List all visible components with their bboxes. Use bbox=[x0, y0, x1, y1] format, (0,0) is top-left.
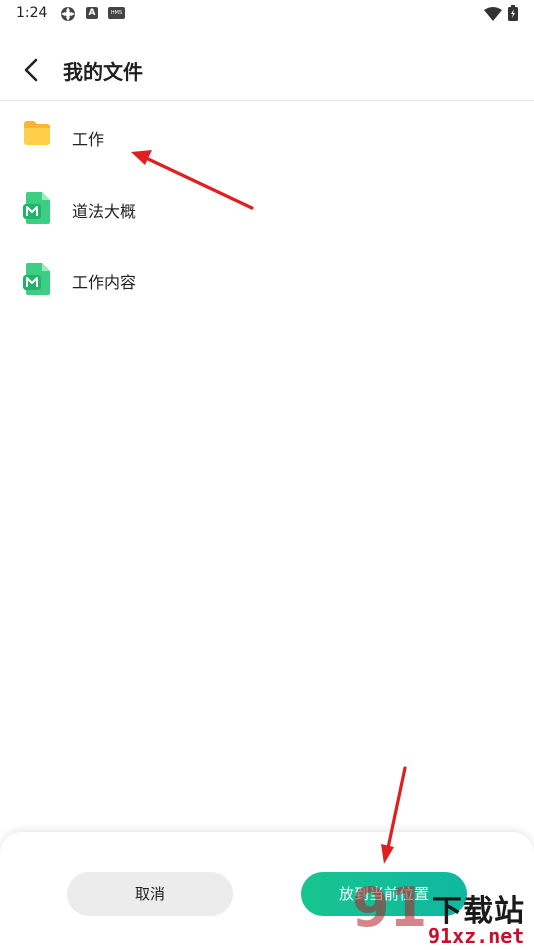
file-name: 道法大概 bbox=[72, 202, 137, 221]
header: 我的文件 bbox=[0, 44, 534, 96]
gear-notification-icon bbox=[60, 6, 75, 21]
status-bar: 1:24 A HMS bbox=[0, 0, 534, 28]
hms-badge-icon: HMS bbox=[108, 7, 125, 19]
list-item-file[interactable]: 工作内容 bbox=[0, 244, 534, 314]
file-name: 工作 bbox=[72, 130, 105, 149]
watermark-number: 91 bbox=[352, 876, 428, 939]
watermark-logo: 91 下载站 91xz.net bbox=[352, 872, 534, 950]
wifi-icon bbox=[484, 6, 502, 21]
battery-icon bbox=[508, 5, 518, 21]
cancel-button[interactable]: 取消 bbox=[67, 872, 233, 916]
status-time: 1:24 bbox=[16, 5, 48, 21]
mind-map-file-icon bbox=[22, 262, 54, 298]
list-item-file[interactable]: 道法大概 bbox=[0, 173, 534, 243]
chevron-left-icon bbox=[24, 58, 38, 82]
screen: 1:24 A HMS 我的文件 工作 道法大概 工作内容 取消 放到当前位置 9… bbox=[0, 0, 534, 950]
file-name: 工作内容 bbox=[72, 273, 137, 292]
a-badge-icon: A bbox=[86, 7, 98, 19]
page-title: 我的文件 bbox=[63, 60, 143, 84]
mind-map-file-icon bbox=[22, 191, 54, 227]
watermark-domain: 91xz.net bbox=[428, 924, 525, 948]
folder-icon bbox=[22, 118, 54, 154]
back-button[interactable] bbox=[16, 54, 48, 86]
list-item-folder-work[interactable]: 工作 bbox=[0, 101, 534, 171]
